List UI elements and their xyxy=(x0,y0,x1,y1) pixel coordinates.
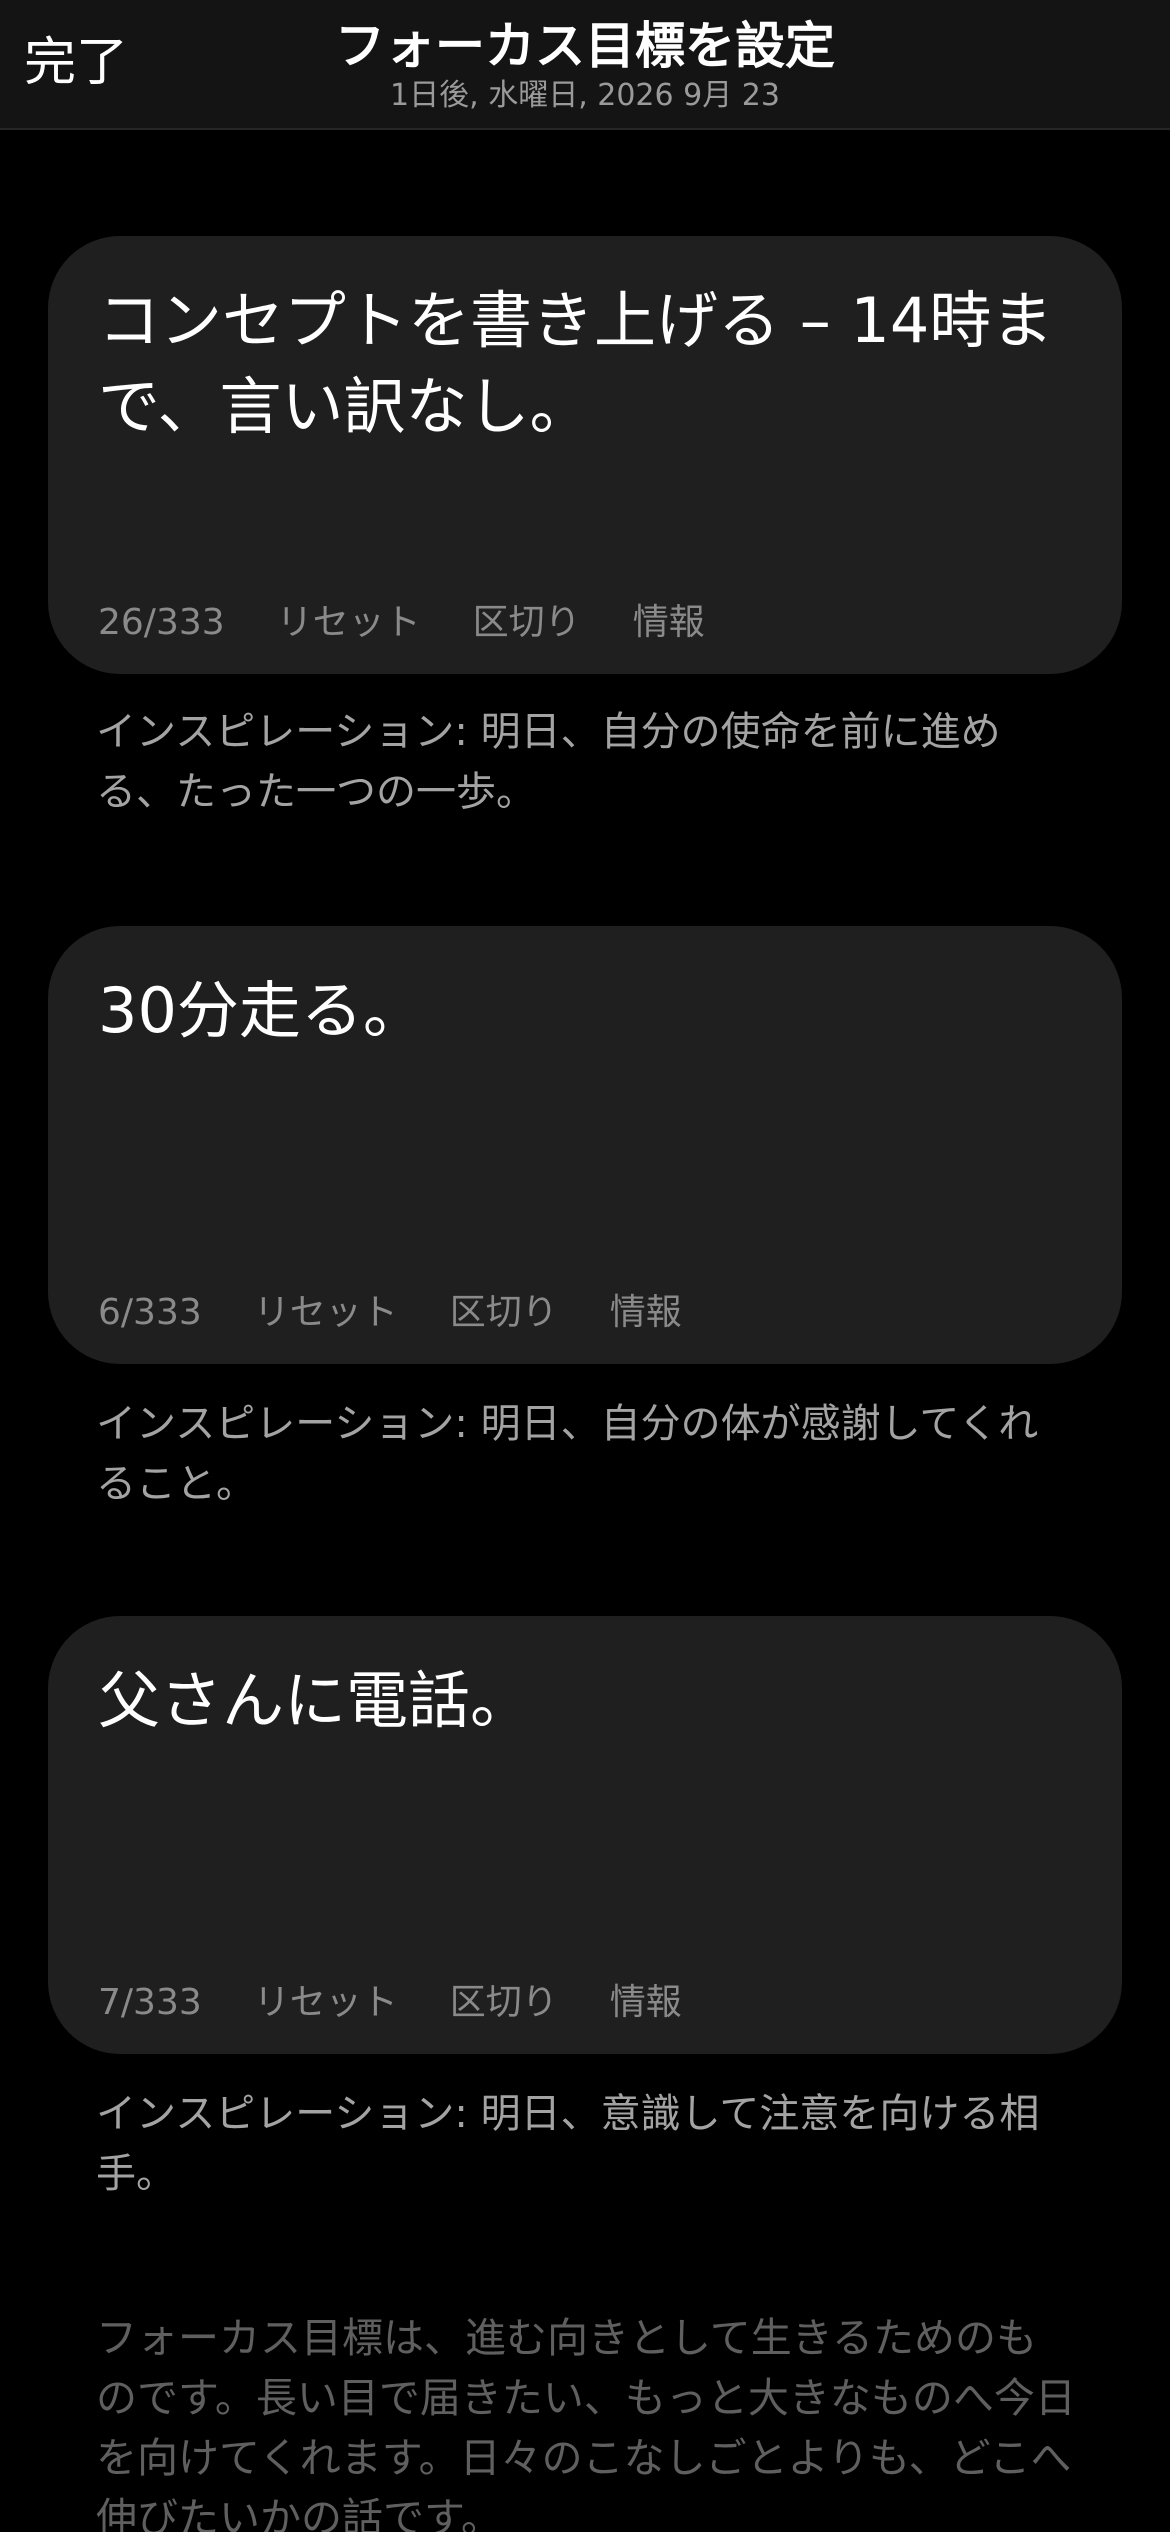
goal-card-1: コンセプトを書き上げる – 14時まで、言い訳なし。 26/333 リセット 区… xyxy=(48,236,1122,674)
card-footer: 26/333 リセット 区切り 情報 xyxy=(98,598,757,648)
character-counter: 7/333 xyxy=(98,1982,202,2023)
footer-explanation: フォーカス目標は、進む向きとして生きるためのものです。長い目で届きたい、もっと大… xyxy=(96,2314,1076,2532)
goal-text-input[interactable]: 30分走る。 xyxy=(98,968,1058,1054)
goal-card-2: 30分走る。 6/333 リセット 区切り 情報 xyxy=(48,926,1122,1364)
reset-button[interactable]: リセット xyxy=(277,598,421,648)
card-footer: 7/333 リセット 区切り 情報 xyxy=(98,1978,734,2028)
character-counter: 6/333 xyxy=(98,1292,202,1333)
done-button[interactable]: 完了 xyxy=(24,30,128,96)
separator-button[interactable]: 区切り xyxy=(450,1288,558,1338)
reset-button[interactable]: リセット xyxy=(254,1978,398,2028)
card-footer: 6/333 リセット 区切り 情報 xyxy=(98,1288,734,1338)
focus-goals-screen: 完了 フォーカス目標を設定 1日後, 水曜日, 2026 9月 23 コンセプト… xyxy=(0,0,1170,2532)
separator-button[interactable]: 区切り xyxy=(473,598,581,648)
goal-text-input[interactable]: コンセプトを書き上げる – 14時まで、言い訳なし。 xyxy=(98,278,1058,450)
title-block: フォーカス目標を設定 1日後, 水曜日, 2026 9月 23 xyxy=(220,14,950,114)
navigation-bar: 完了 フォーカス目標を設定 1日後, 水曜日, 2026 9月 23 xyxy=(0,0,1170,130)
page-subtitle: 1日後, 水曜日, 2026 9月 23 xyxy=(390,78,780,113)
separator-button[interactable]: 区切り xyxy=(450,1978,558,2028)
info-button[interactable]: 情報 xyxy=(610,1288,682,1338)
inspiration-text-3: インスピレーション: 明日、意識して注意を向ける相手。 xyxy=(96,2091,1040,2197)
goal-text-input[interactable]: 父さんに電話。 xyxy=(98,1658,1058,1744)
character-counter: 26/333 xyxy=(98,602,225,643)
inspiration-text-2: インスピレーション: 明日、自分の体が感謝してくれること。 xyxy=(96,1401,1039,1507)
reset-button[interactable]: リセット xyxy=(254,1288,398,1338)
inspiration-text-1: インスピレーション: 明日、自分の使命を前に進める、たった一つの一歩。 xyxy=(96,709,1001,815)
info-button[interactable]: 情報 xyxy=(633,598,705,648)
page-title: フォーカス目標を設定 xyxy=(335,17,835,75)
goal-card-3: 父さんに電話。 7/333 リセット 区切り 情報 xyxy=(48,1616,1122,2054)
info-button[interactable]: 情報 xyxy=(610,1978,682,2028)
